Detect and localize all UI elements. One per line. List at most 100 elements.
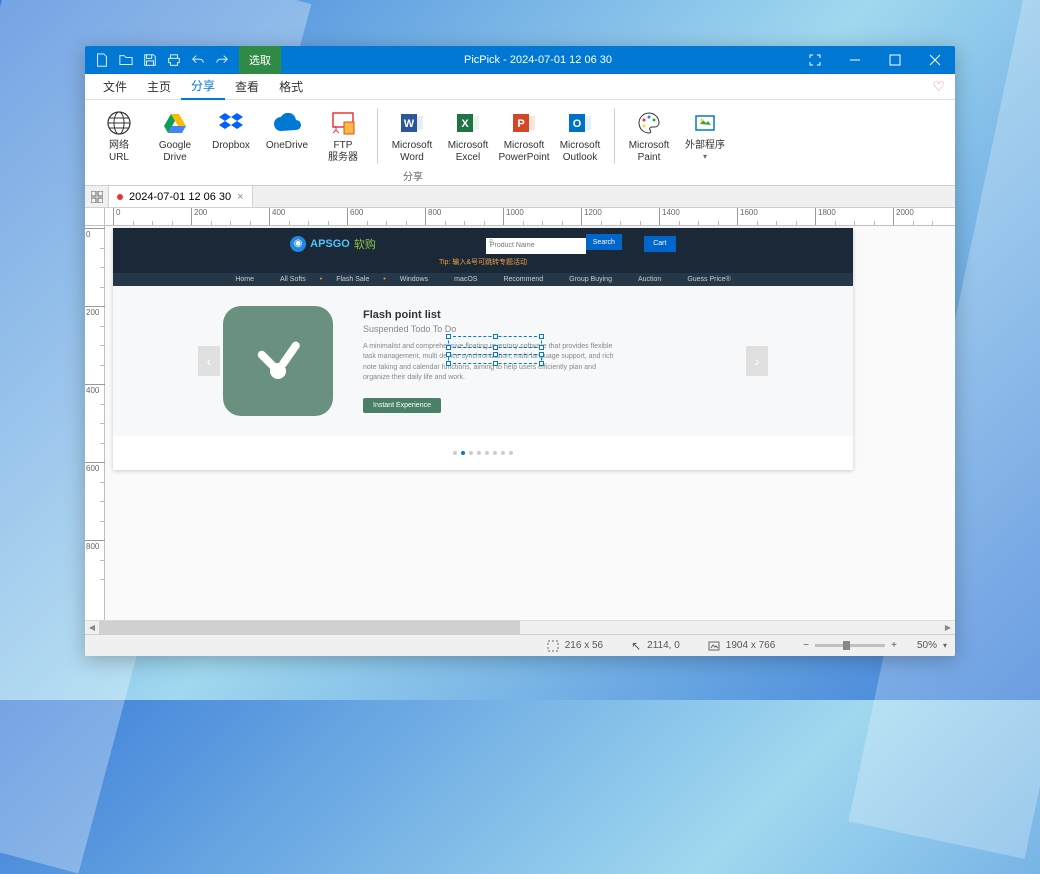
close-button[interactable] — [915, 46, 955, 74]
ribbon-onedrive[interactable]: OneDrive — [261, 106, 313, 166]
svg-text:O: O — [573, 118, 582, 130]
ribbon-paint[interactable]: Microsoft Paint — [623, 106, 675, 166]
hero-subtitle: Suspended Todo To Do — [363, 324, 623, 334]
title-bar: 选取 PicPick - 2024-07-01 12 06 30 — [85, 46, 955, 74]
tab-close-icon[interactable]: × — [237, 191, 243, 203]
search-icon: ⌕ — [489, 236, 493, 246]
ribbon-group-label: 分享 — [223, 168, 603, 183]
logo-icon: ◉ — [290, 236, 306, 252]
excel-icon: X — [453, 108, 483, 138]
print-icon[interactable] — [163, 46, 185, 74]
ftp-icon — [328, 108, 358, 138]
tip-text: Tip: 输入&号可跳转专题活动 — [113, 257, 853, 267]
redo-icon[interactable] — [211, 46, 233, 74]
nav-item[interactable]: All Softs — [268, 276, 318, 283]
scrollbar-horizontal[interactable]: ◀▶ — [85, 620, 955, 634]
globe-icon — [104, 108, 134, 138]
nav-item[interactable]: Home — [223, 276, 266, 283]
page-nav: HomeAll Softs•Flash Sale•WindowsmacOSRec… — [113, 273, 853, 286]
hero-app-icon — [223, 306, 333, 416]
minimize-button[interactable] — [835, 46, 875, 74]
ribbon-powerpoint[interactable]: PMicrosoft PowerPoint — [498, 106, 550, 166]
zoom-in-button[interactable]: + — [891, 640, 897, 651]
nav-item[interactable]: Group Buying — [557, 276, 624, 283]
status-cursor: 2114, 0 — [647, 640, 680, 651]
ruler-horizontal[interactable]: 0200400600800100012001400160018002000 — [85, 208, 955, 226]
nav-item[interactable]: Guess Price® — [675, 276, 742, 283]
ribbon: 网络 URL Google Drive Dropbox OneDrive FTP… — [85, 100, 955, 186]
image-size-icon — [708, 640, 720, 652]
document-tabs: 2024-07-01 12 06 30 × — [85, 186, 955, 208]
nav-item[interactable]: Recommend — [491, 276, 555, 283]
menu-bar: 文件 主页 分享 查看 格式 ♡ — [85, 74, 955, 100]
powerpoint-icon: P — [509, 108, 539, 138]
outlook-icon: O — [565, 108, 595, 138]
hero-cta-button[interactable]: Instant Experience — [363, 398, 441, 413]
ribbon-google-drive[interactable]: Google Drive — [149, 106, 201, 166]
ribbon-external[interactable]: 外部程序▾ — [679, 106, 731, 166]
ruler-vertical[interactable]: 0200400600800 — [85, 226, 105, 620]
carousel-next-icon[interactable]: › — [746, 346, 768, 376]
ribbon-dropbox[interactable]: Dropbox — [205, 106, 257, 166]
svg-text:W: W — [404, 118, 415, 130]
mode-label[interactable]: 选取 — [239, 46, 281, 74]
document-tab[interactable]: 2024-07-01 12 06 30 × — [109, 186, 253, 207]
external-icon — [690, 108, 720, 138]
status-zoom: 50% — [903, 640, 937, 651]
logo: ◉ APSGO软购 — [290, 236, 376, 252]
carousel-dots[interactable] — [113, 436, 853, 470]
onedrive-icon — [272, 108, 302, 138]
cart-button[interactable]: Cart — [644, 236, 676, 252]
ribbon-word[interactable]: WMicrosoft Word — [386, 106, 438, 166]
ribbon-excel[interactable]: XMicrosoft Excel — [442, 106, 494, 166]
svg-text:P: P — [517, 118, 524, 130]
zoom-out-button[interactable]: − — [803, 640, 809, 651]
nav-item[interactable]: Auction — [626, 276, 673, 283]
hero-description: A minimalist and comprehensive floating … — [363, 342, 623, 384]
unsaved-indicator-icon — [117, 194, 123, 200]
menu-home[interactable]: 主页 — [137, 74, 181, 100]
search-button[interactable]: Search — [586, 234, 622, 250]
menu-share[interactable]: 分享 — [181, 74, 225, 100]
undo-icon[interactable] — [187, 46, 209, 74]
ribbon-outlook[interactable]: OMicrosoft Outlook — [554, 106, 606, 166]
tab-title: 2024-07-01 12 06 30 — [129, 191, 231, 203]
status-image-size: 1904 x 766 — [726, 640, 776, 651]
nav-item[interactable]: Windows — [388, 276, 440, 283]
menu-view[interactable]: 查看 — [225, 74, 269, 100]
selection-icon — [547, 640, 559, 652]
google-drive-icon — [160, 108, 190, 138]
save-icon[interactable] — [139, 46, 161, 74]
ribbon-ftp[interactable]: FTP 服务器 — [317, 106, 369, 166]
menu-file[interactable]: 文件 — [93, 74, 137, 100]
app-window: 选取 PicPick - 2024-07-01 12 06 30 文件 主页 分… — [85, 46, 955, 656]
canvas-image: ◉ APSGO软购 ⌕ Search Cart Tip: 输入&号可跳转专题活动… — [113, 228, 853, 470]
favorite-icon[interactable]: ♡ — [932, 78, 945, 95]
cursor-icon: ↖ — [631, 639, 641, 653]
search-input[interactable] — [486, 238, 586, 254]
window-title: PicPick - 2024-07-01 12 06 30 — [281, 54, 795, 66]
hero-title: Flash point list — [363, 309, 623, 321]
nav-item[interactable]: Flash Sale — [324, 276, 381, 283]
svg-text:X: X — [461, 118, 469, 130]
carousel-prev-icon[interactable]: ‹ — [198, 346, 220, 376]
new-file-icon[interactable] — [91, 46, 113, 74]
maximize-button[interactable] — [875, 46, 915, 74]
menu-format[interactable]: 格式 — [269, 74, 313, 100]
page-header: ◉ APSGO软购 ⌕ Search Cart Tip: 输入&号可跳转专题活动 — [113, 228, 853, 273]
editor-area: 0200400600800100012001400160018002000 02… — [85, 208, 955, 634]
nav-item[interactable]: macOS — [442, 276, 489, 283]
dropbox-icon — [216, 108, 246, 138]
status-selection: 216 x 56 — [565, 640, 603, 651]
zoom-dropdown-icon[interactable]: ▾ — [943, 641, 947, 650]
canvas[interactable]: ◉ APSGO软购 ⌕ Search Cart Tip: 输入&号可跳转专题活动… — [105, 226, 955, 620]
status-bar: 216 x 56 ↖ 2114, 0 1904 x 766 − + 50% ▾ — [85, 634, 955, 656]
ribbon-web-url[interactable]: 网络 URL — [93, 106, 145, 166]
zoom-slider[interactable] — [815, 644, 885, 647]
open-folder-icon[interactable] — [115, 46, 137, 74]
grid-view-icon[interactable] — [85, 186, 109, 207]
paint-icon — [634, 108, 664, 138]
word-icon: W — [397, 108, 427, 138]
hero-section: ‹ Flash point list Suspended Todo To Do … — [113, 286, 853, 436]
fullscreen-icon[interactable] — [795, 46, 835, 74]
